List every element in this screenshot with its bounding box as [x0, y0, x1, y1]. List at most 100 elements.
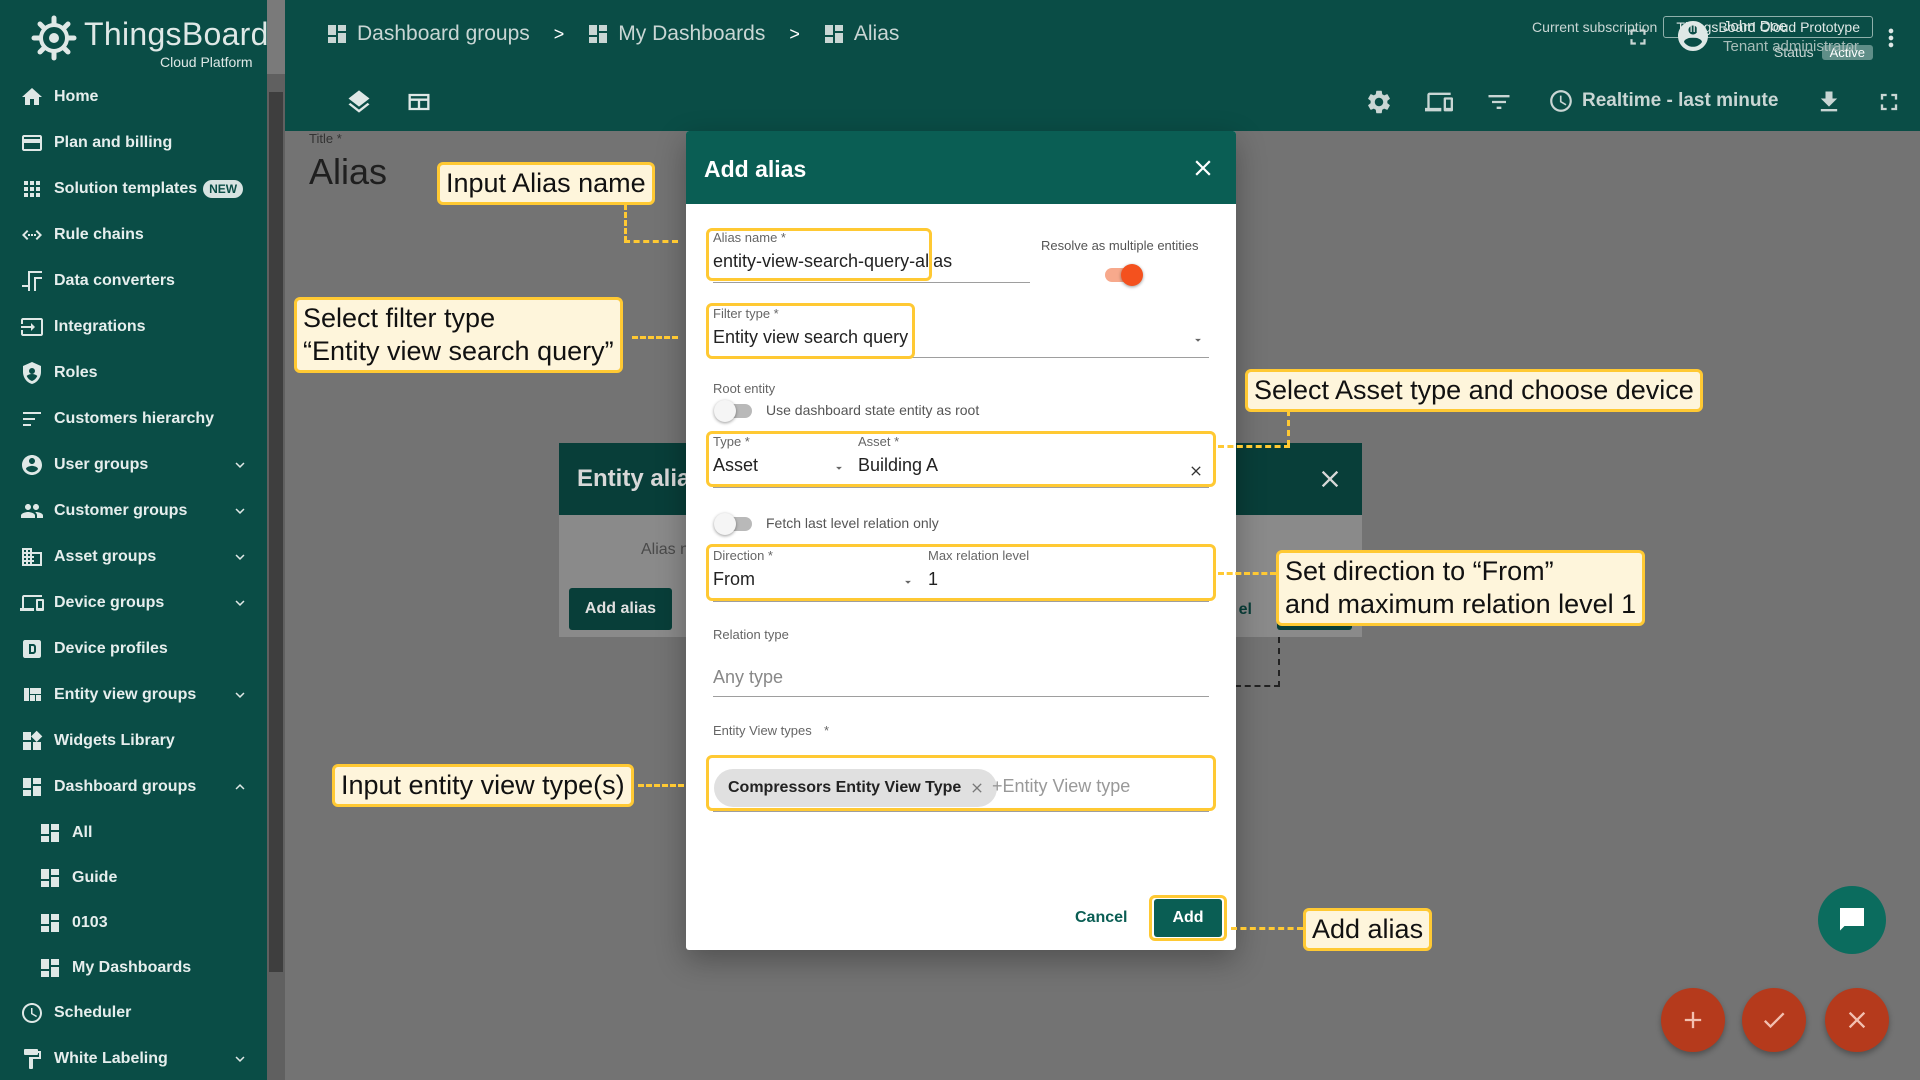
dashboard-icon — [41, 958, 59, 977]
sidebar-item-dashboard-groups[interactable]: Dashboard groups — [0, 764, 267, 810]
shield-icon — [23, 362, 41, 384]
sidebar-item-widgets-library[interactable]: Widgets Library — [0, 718, 267, 764]
sidebar-item-label: White Labeling — [54, 1050, 168, 1067]
people-icon — [21, 504, 43, 518]
breadcrumb-label: Dashboard groups — [357, 22, 530, 45]
top-bar: Dashboard groups > My Dashboards > Alias… — [285, 0, 1920, 131]
sidebar-item-customer-groups[interactable]: Customer groups — [0, 488, 267, 534]
breadcrumb-label: Alias — [853, 22, 900, 45]
hierarchy-icon — [23, 412, 41, 426]
relation-type-input[interactable]: Any type — [713, 667, 783, 688]
sidebar-item-home[interactable]: Home — [0, 74, 267, 120]
apply-changes-button[interactable] — [1742, 988, 1806, 1052]
toggle-knob — [714, 513, 736, 535]
account-circle-icon — [1678, 20, 1708, 51]
dashboard-icon — [589, 25, 608, 43]
sidebar-item-solution-templates[interactable]: Solution templates NEW — [0, 166, 267, 212]
fullscreen-icon[interactable] — [1625, 24, 1651, 50]
new-badge: NEW — [203, 180, 244, 198]
sidebar-item-guide[interactable]: Guide — [0, 855, 267, 900]
sidebar-item-label: All — [72, 823, 93, 841]
cancel-button[interactable]: el — [1239, 601, 1252, 619]
close-icon — [1848, 1011, 1866, 1029]
relation-type-label: Relation type — [713, 627, 789, 642]
chevron-down-icon[interactable] — [231, 1050, 249, 1068]
chevron-down-icon[interactable] — [231, 594, 249, 612]
breadcrumb-dashboard-groups[interactable]: Dashboard groups — [325, 22, 530, 46]
integration-icon — [21, 318, 43, 336]
scrollbar-thumb[interactable] — [269, 92, 283, 972]
sidebar-item-device-profiles[interactable]: Device profiles — [0, 626, 267, 672]
logo[interactable]: ThingsBoard Cloud Platform — [30, 10, 267, 70]
sidebar-item-data-converters[interactable]: Data converters — [0, 258, 267, 304]
chat-button[interactable] — [1818, 886, 1886, 954]
dashboard-title: Alias — [309, 151, 388, 192]
dashboard-icon — [23, 778, 41, 796]
sidebar-item-my-dashboards[interactable]: My Dashboards — [0, 945, 267, 990]
chevron-up-icon[interactable] — [231, 778, 249, 796]
direction-highlight — [706, 544, 1216, 601]
close-icon[interactable] — [1190, 155, 1216, 181]
dropdown-arrow-icon[interactable] — [1191, 333, 1205, 347]
breadcrumb-label: My Dashboards — [618, 22, 766, 45]
add-widget-button[interactable] — [1661, 988, 1725, 1052]
toggle-knob — [1121, 264, 1143, 286]
fetch-last-level-label: Fetch last level relation only — [766, 515, 939, 531]
sidebar-item-0103[interactable]: 0103 — [0, 900, 267, 945]
sidebar-item-label: Roles — [54, 364, 98, 381]
settings-icon[interactable] — [1365, 88, 1393, 116]
callout-connector — [624, 240, 678, 243]
filter-icon[interactable] — [1485, 88, 1513, 116]
chevron-down-icon[interactable] — [231, 456, 249, 474]
timewindow-button[interactable]: Realtime - last minute — [1548, 88, 1778, 114]
breadcrumb-my-dashboards[interactable]: My Dashboards — [586, 22, 765, 46]
sidebar-item-asset-groups[interactable]: Asset groups — [0, 534, 267, 580]
fetch-last-level-toggle[interactable] — [714, 513, 752, 535]
layout-icon[interactable] — [405, 88, 433, 116]
chevron-down-icon[interactable] — [231, 686, 249, 704]
sidebar-item-device-groups[interactable]: Device groups — [0, 580, 267, 626]
sidebar-item-white-labeling[interactable]: White Labeling — [0, 1036, 267, 1080]
chevron-down-icon[interactable] — [231, 502, 249, 520]
entity-view-types-label: Entity View types — [713, 723, 812, 738]
entity-view-types-underline — [713, 811, 1209, 812]
sidebar-item-customers-hierarchy[interactable]: Customers hierarchy — [0, 396, 267, 442]
plus-icon — [1684, 1011, 1702, 1029]
discard-changes-button[interactable] — [1825, 988, 1889, 1052]
device-profile-icon — [23, 640, 41, 658]
add-alias-button[interactable]: Add alias — [569, 588, 672, 630]
breadcrumb-separator: > — [789, 23, 800, 44]
sidebar-item-integrations[interactable]: Integrations — [0, 304, 267, 350]
use-dashboard-state-toggle[interactable] — [714, 400, 752, 422]
more-vert-icon[interactable] — [1877, 24, 1905, 52]
sidebar-item-label: Guide — [72, 868, 118, 886]
sidebar-item-rule-chains[interactable]: Rule chains — [0, 212, 267, 258]
user-name: John Doe — [1723, 18, 1788, 35]
sidebar-item-roles[interactable]: Roles — [0, 350, 267, 396]
download-icon[interactable] — [1815, 88, 1843, 116]
sidebar-item-label: Plan and billing — [54, 134, 173, 151]
sidebar-item-label: Widgets Library — [54, 732, 175, 749]
callout-line: “Entity view search query” — [303, 336, 614, 366]
sidebar-item-scheduler[interactable]: Scheduler — [0, 990, 267, 1036]
sidebar-item-label: Device groups — [54, 594, 165, 611]
billing-icon — [22, 135, 42, 151]
layers-icon[interactable] — [345, 88, 373, 116]
dashboard-icon — [824, 25, 843, 43]
widgets-icon — [23, 730, 43, 750]
resolve-multiple-toggle[interactable] — [1105, 264, 1143, 286]
dashboard-icon — [41, 913, 59, 932]
sidebar-item-plan-and-billing[interactable]: Plan and billing — [0, 120, 267, 166]
user-menu[interactable]: John Doe Tenant administrator — [1675, 16, 1859, 55]
sidebar-scrollbar[interactable] — [267, 74, 285, 1080]
devices-icon[interactable] — [1425, 88, 1453, 116]
cancel-button[interactable]: Cancel — [1075, 909, 1127, 927]
close-icon[interactable] — [1316, 465, 1344, 493]
chevron-down-icon[interactable] — [231, 548, 249, 566]
breadcrumb-alias: Alias — [822, 22, 900, 46]
sidebar-item-label: Device profiles — [54, 640, 168, 657]
sidebar-item-all[interactable]: All — [0, 810, 267, 855]
sidebar-item-entity-view-groups[interactable]: Entity view groups — [0, 672, 267, 718]
fullscreen-icon[interactable] — [1875, 88, 1903, 116]
sidebar-item-user-groups[interactable]: User groups — [0, 442, 267, 488]
